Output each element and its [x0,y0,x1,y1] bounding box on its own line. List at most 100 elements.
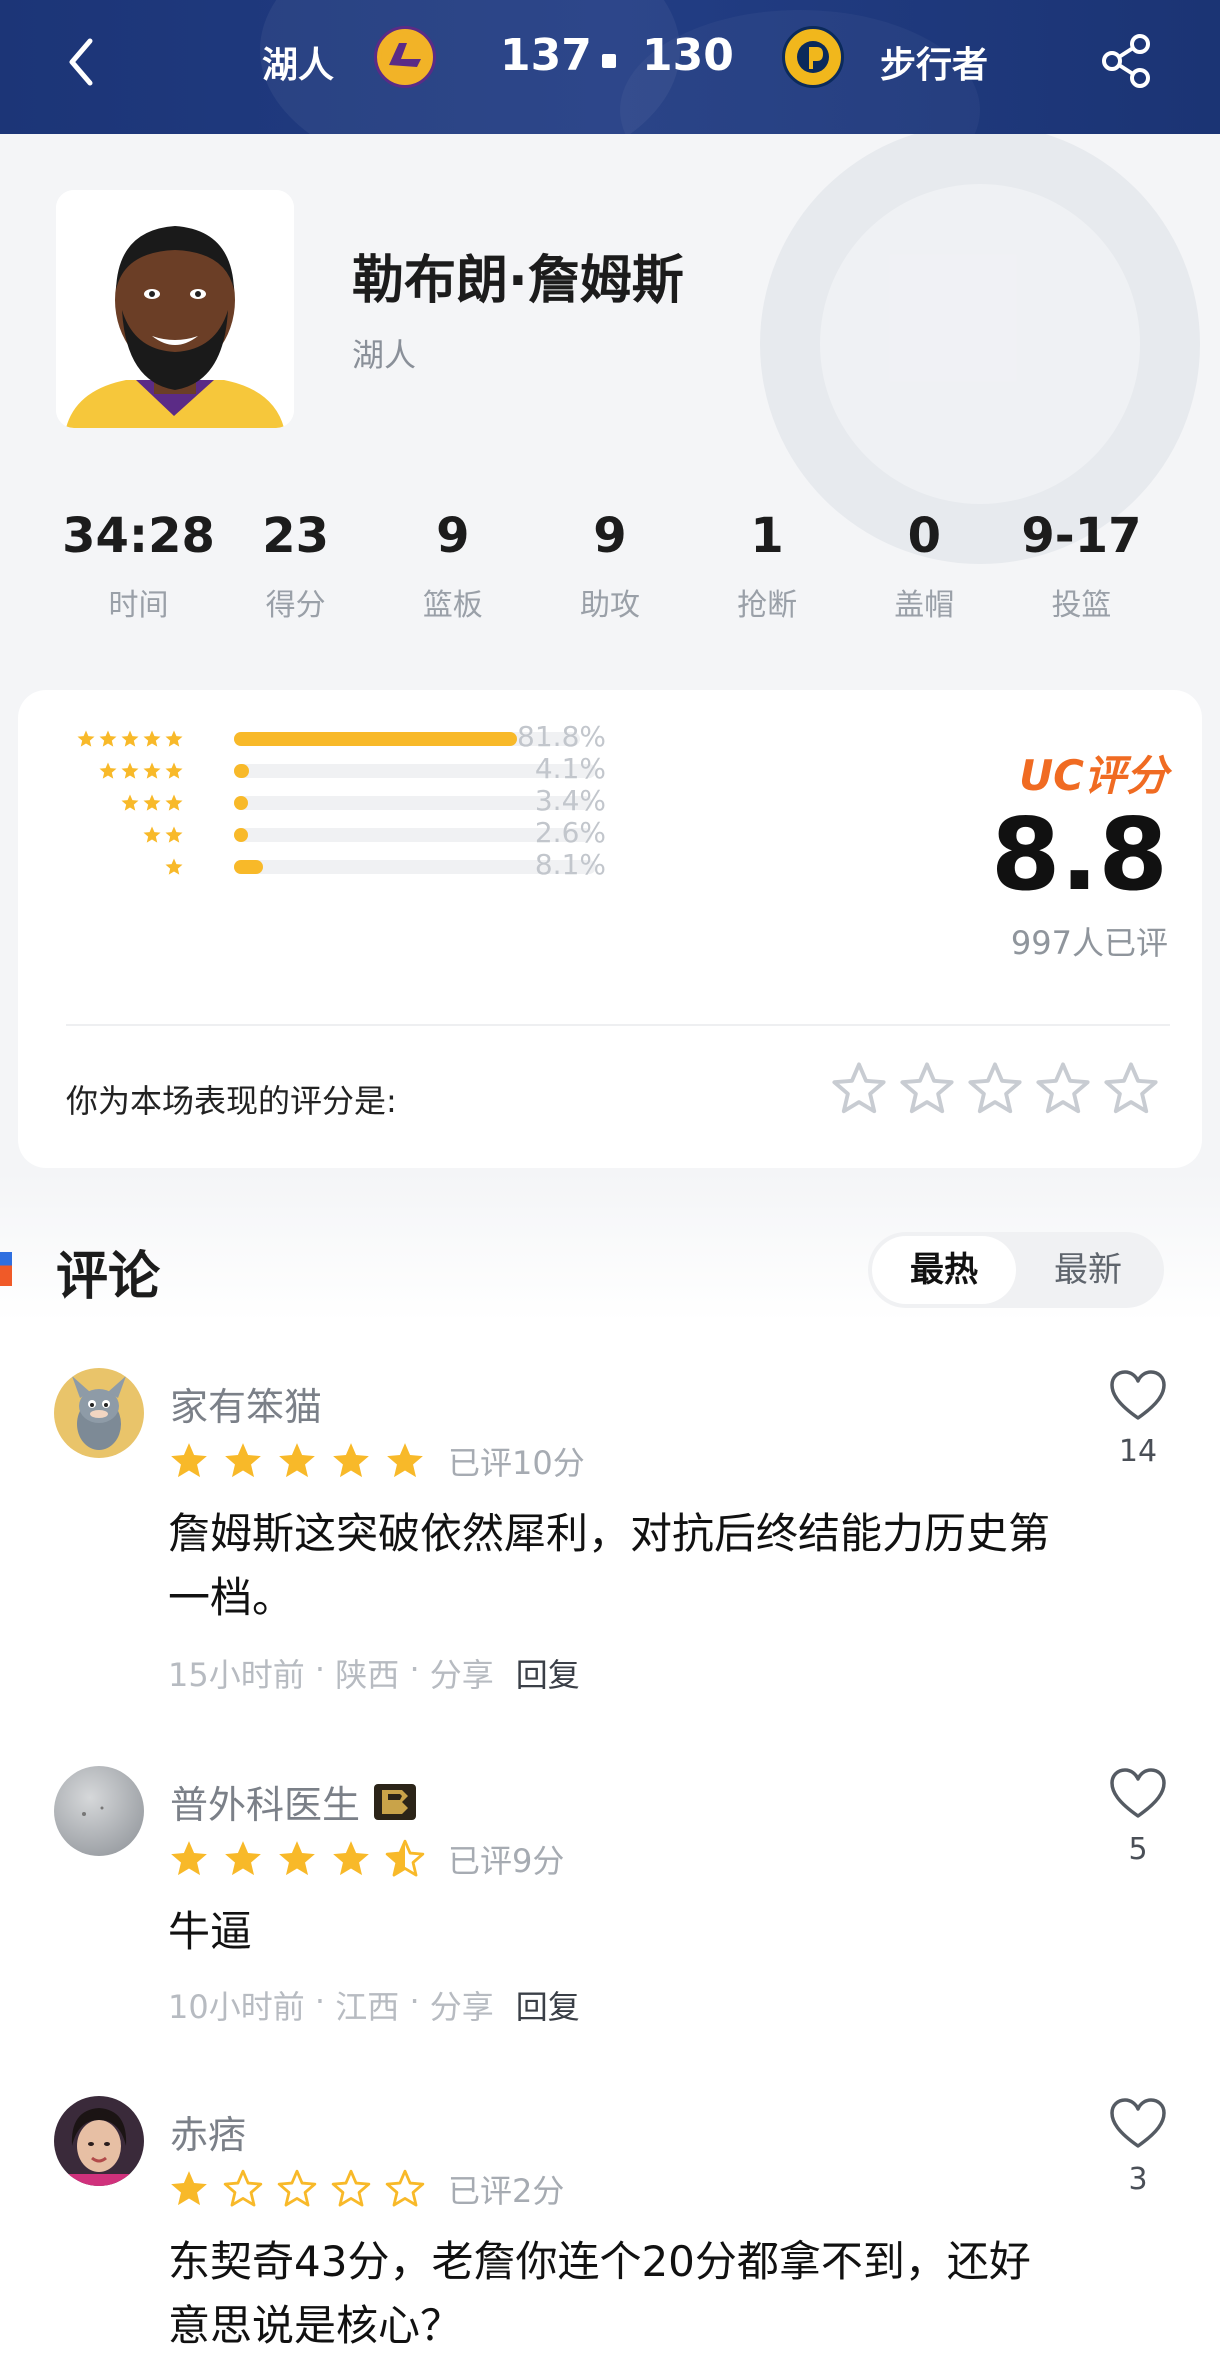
stat-field-goals: 9-17 投篮 [1003,504,1160,654]
comment-stars [168,2168,426,2210]
like-button[interactable] [1108,2096,1168,2152]
share-link[interactable]: 分享 [430,1982,494,2028]
star-icon [333,1841,369,1876]
stat-label: 助攻 [579,588,640,623]
stat-points: 23 得分 [217,504,374,654]
comments-title: 评论 [56,1247,161,1307]
reply-button[interactable]: 回复 [516,1650,580,1696]
comment-rating-text: 已评2分 [448,2172,565,2210]
rate-star-icon[interactable] [830,1060,888,1118]
home-team-name[interactable]: 湖人 [262,36,334,88]
back-button[interactable] [56,32,106,92]
comment-time: 15小时前 [168,1656,305,1694]
uc-rating-count: 997人已评 [1010,924,1168,962]
comment-item: 普外科医生 已评9分 牛逼 10小时前 · 江西 · 分享 回复 5 [0,1766,1220,2026]
your-rating-stars[interactable] [830,1060,1160,1118]
comment-item: 赤痞 已评2分 东契奇43分，老詹你连个20分都拿不到，还好意思说是核心？ 3 [0,2096,1220,2356]
star-icon [171,2171,207,2206]
stat-value: 9 [436,508,470,564]
stat-label: 得分 [265,588,326,623]
lakers-logo[interactable] [374,26,436,88]
star-icon [77,730,95,747]
star-icon [121,794,139,811]
meta-separator: · [399,1982,430,2020]
section-accent-bar [0,1252,12,1286]
star-icon [223,2169,263,2207]
avatar[interactable] [54,2096,144,2186]
rate-star-3[interactable] [966,1060,1024,1118]
distribution-bar-fill [234,860,264,874]
stat-value: 9 [593,508,627,564]
player-photo [56,190,294,428]
distribution-stars [66,857,184,877]
star-icon [143,794,161,811]
sort-tab-hot[interactable]: 最热 [872,1236,1016,1304]
comment-username[interactable]: 普外科医生 [170,1774,418,1829]
comment-username[interactable]: 赤痞 [170,2104,246,2159]
rate-star-icon[interactable] [898,1060,956,1118]
star-icon [121,762,139,779]
rate-star-4[interactable] [1034,1060,1092,1118]
player-team: 湖人 [352,336,417,374]
pacers-logo[interactable] [782,26,844,88]
star-icon [165,794,183,811]
player-name: 勒布朗·詹姆斯 [352,251,684,311]
rate-star-icon[interactable] [1102,1060,1160,1118]
rate-star-2[interactable] [898,1060,956,1118]
distribution-percent: 3.4% [534,784,606,817]
comment-rating: 已评2分 [168,2166,564,2212]
comment-time: 10小时前 [168,1988,305,2026]
reply-button[interactable]: 回复 [516,1982,580,2028]
stat-value: 1 [750,508,784,564]
star-icon [171,1841,207,1876]
comment-meta: 15小时前 · 陕西 · 分享 回复 [168,1650,580,1696]
comment-location: 江西 [335,1988,400,2026]
star-icon [165,826,183,843]
comment-rating: 已评9分 [168,1836,564,1882]
avatar[interactable] [54,1766,144,1856]
uc-rating-score: 8.8 [990,796,1168,913]
share-link[interactable]: 分享 [430,1650,494,1696]
stat-label: 盖帽 [894,588,955,623]
username-text: 普外科医生 [170,1783,361,1827]
like-button[interactable] [1108,1766,1168,1822]
share-icon [1102,34,1150,88]
comment-item: 家有笨猫 已评10分 詹姆斯这突破依然犀利，对抗后终结能力历史第一档。 15小时… [0,1368,1220,1694]
away-team-name[interactable]: 步行者 [880,36,988,88]
star-icon [165,730,183,747]
comment-username[interactable]: 家有笨猫 [170,1376,322,1431]
star-icon [165,762,183,779]
distribution-bar-fill [234,764,249,778]
stat-label: 时间 [108,588,169,623]
comment-body: 牛逼 [168,1907,253,1956]
distribution-stars [66,793,184,813]
star-icon [121,730,139,747]
comment-rating-text: 已评9分 [448,1842,565,1880]
rate-star-5[interactable] [1102,1060,1160,1118]
avatar[interactable] [54,1368,144,1458]
star-icon [171,1443,207,1478]
comments-section: 评论 最热 最新 家有笨猫 已评10分 詹姆斯这突破依然犀利，对抗后终结能力历史… [0,1172,1220,2365]
distribution-bar-fill [234,732,518,746]
stat-blocks: 0 盖帽 [846,504,1003,654]
score-separator [602,54,616,68]
like-button[interactable] [1108,1368,1168,1424]
rating-distribution-row: 4.1% [66,752,606,786]
stat-rebounds: 9 篮板 [374,504,531,654]
sort-toggle: 最热 最新 [868,1232,1164,1308]
meta-separator: · [304,1982,336,2020]
star-icon [165,858,183,875]
sort-tab-new[interactable]: 最新 [1016,1236,1160,1304]
share-button[interactable] [1096,30,1158,92]
rate-star-icon[interactable] [966,1060,1024,1118]
stat-steals: 1 抢断 [689,504,846,654]
like-count: 14 [1118,1434,1158,1469]
comment-meta: 10小时前 · 江西 · 分享 回复 [168,1982,580,2028]
player-stats-row: 34:28 时间 23 得分 9 篮板 9 助攻 1 抢断 0 盖帽 9-17 … [60,504,1160,654]
star-icon [279,1841,315,1876]
distribution-stars [66,761,184,781]
distribution-percent: 8.1% [534,848,606,881]
rate-star-icon[interactable] [1034,1060,1092,1118]
your-rating-label: 你为本场表现的评分是: [66,1082,397,1120]
rate-star-1[interactable] [830,1060,888,1118]
